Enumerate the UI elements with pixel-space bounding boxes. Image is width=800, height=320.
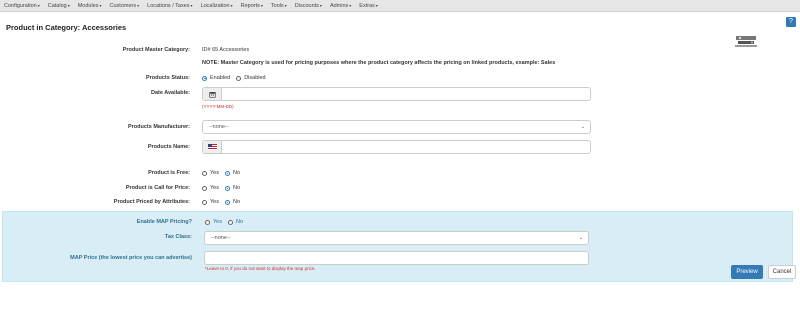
call-for-price-yes-label: Yes [210, 185, 219, 191]
priced-by-attributes-no-radio[interactable] [224, 199, 230, 205]
caret-down-icon: ▾ [319, 2, 322, 8]
status-enabled-radio[interactable] [202, 75, 207, 81]
caret-down-icon: ▾ [37, 2, 40, 8]
product-image-icon [735, 36, 757, 47]
status-label: Products Status: [145, 75, 190, 81]
nav-customers[interactable]: Customers▾ [110, 3, 140, 9]
date-available-label: Date Available: [150, 90, 190, 96]
cancel-button[interactable]: Cancel [768, 265, 796, 279]
caret-down-icon: ▾ [190, 2, 193, 8]
priced-by-attributes-radio-group: Yes No [202, 199, 246, 205]
enable-map-no-radio[interactable] [227, 219, 233, 225]
nav-catalog[interactable]: Catalog▾ [48, 3, 70, 9]
manufacturer-select[interactable]: --none-- ⌄ [202, 120, 591, 134]
caret-down-icon: ▾ [99, 2, 102, 8]
map-price-input[interactable] [204, 251, 589, 265]
call-for-price-yes-radio[interactable] [202, 185, 207, 191]
caret-down-icon: ▾ [284, 2, 287, 8]
product-free-label: Product is Free: [148, 170, 190, 176]
caret-down-icon: ▾ [230, 2, 233, 8]
priced-by-attributes-yes-radio[interactable] [202, 199, 207, 205]
call-for-price-label: Product is Call for Price: [125, 185, 190, 191]
nav-locations-taxes[interactable]: Locations / Taxes▾ [147, 3, 192, 9]
map-price-hint: *Leave to 0, if you do not want to displ… [205, 266, 316, 271]
master-category-note: NOTE: Master Category is used for pricin… [202, 60, 556, 66]
manufacturer-label: Products Manufacturer: [127, 124, 190, 130]
status-disabled-radio[interactable] [236, 75, 242, 81]
us-flag-icon [203, 141, 222, 153]
products-name-input[interactable] [202, 140, 591, 154]
call-for-price-no-radio[interactable] [224, 185, 230, 191]
map-pricing-panel [2, 211, 793, 282]
call-for-price-no-label: No [232, 185, 241, 191]
status-enabled-label: Enabled [210, 75, 231, 81]
chevron-down-icon: ⌄ [578, 235, 583, 241]
status-disabled-label: Disabled [244, 75, 266, 81]
calendar-icon[interactable] [203, 88, 222, 100]
enable-map-no-label: No [235, 219, 244, 225]
product-free-yes-label: Yes [210, 170, 219, 176]
enable-map-yes-label: Yes [213, 219, 222, 225]
nav-modules[interactable]: Modules▾ [78, 3, 102, 9]
map-price-label: MAP Price (the lowest price you can adve… [70, 255, 192, 261]
enable-map-yes-radio[interactable] [205, 219, 210, 225]
product-free-radio-group: Yes No [202, 170, 246, 176]
manufacturer-selected-value: --none-- [209, 124, 229, 130]
priced-by-attributes-yes-label: Yes [210, 199, 219, 205]
preview-button[interactable]: Preview [731, 265, 763, 279]
priced-by-attributes-no-label: No [232, 199, 241, 205]
date-available-input[interactable] [202, 87, 591, 101]
caret-down-icon: ▾ [375, 2, 378, 8]
product-free-yes-radio[interactable] [202, 170, 207, 176]
caret-down-icon: ▾ [349, 2, 352, 8]
nav-extras[interactable]: Extras▾ [359, 3, 378, 9]
caret-down-icon: ▾ [67, 2, 70, 8]
status-radio-group: Enabled Disabled [202, 75, 272, 81]
top-navbar: Configuration▾ Catalog▾ Modules▾ Custome… [0, 0, 800, 12]
enable-map-radio-group: Yes No [205, 219, 249, 225]
nav-configuration[interactable]: Configuration▾ [4, 3, 40, 9]
chevron-down-icon: ⌄ [580, 124, 585, 130]
products-name-label: Products Name: [147, 144, 190, 150]
caret-down-icon: ▾ [137, 2, 140, 8]
tax-class-selected-value: --none-- [211, 235, 231, 241]
nav-admins[interactable]: Admins▾ [330, 3, 351, 9]
nav-tools[interactable]: Tools▾ [271, 3, 287, 9]
enable-map-label: Enable MAP Pricing? [136, 219, 192, 225]
tax-class-label: Tax Class: [164, 234, 192, 240]
nav-localization[interactable]: Localization▾ [201, 3, 233, 9]
caret-down-icon: ▾ [260, 2, 263, 8]
product-free-no-radio[interactable] [224, 170, 230, 176]
master-category-label: Product Master Category: [122, 47, 190, 53]
nav-discounts[interactable]: Discounts▾ [295, 3, 322, 9]
nav-reports[interactable]: Reports▾ [241, 3, 263, 9]
product-free-no-label: No [232, 170, 241, 176]
page-title: Product in Category: Accessories [6, 23, 127, 32]
help-button[interactable]: ? [786, 17, 796, 27]
tax-class-select[interactable]: --none-- ⌄ [204, 231, 589, 245]
call-for-price-radio-group: Yes No [202, 185, 246, 191]
date-format-hint: (YYYY-MM-DD) [202, 104, 234, 109]
priced-by-attributes-label: Product Priced by Attributes: [113, 199, 190, 205]
master-category-value: ID# 65 Accessories [202, 47, 250, 53]
